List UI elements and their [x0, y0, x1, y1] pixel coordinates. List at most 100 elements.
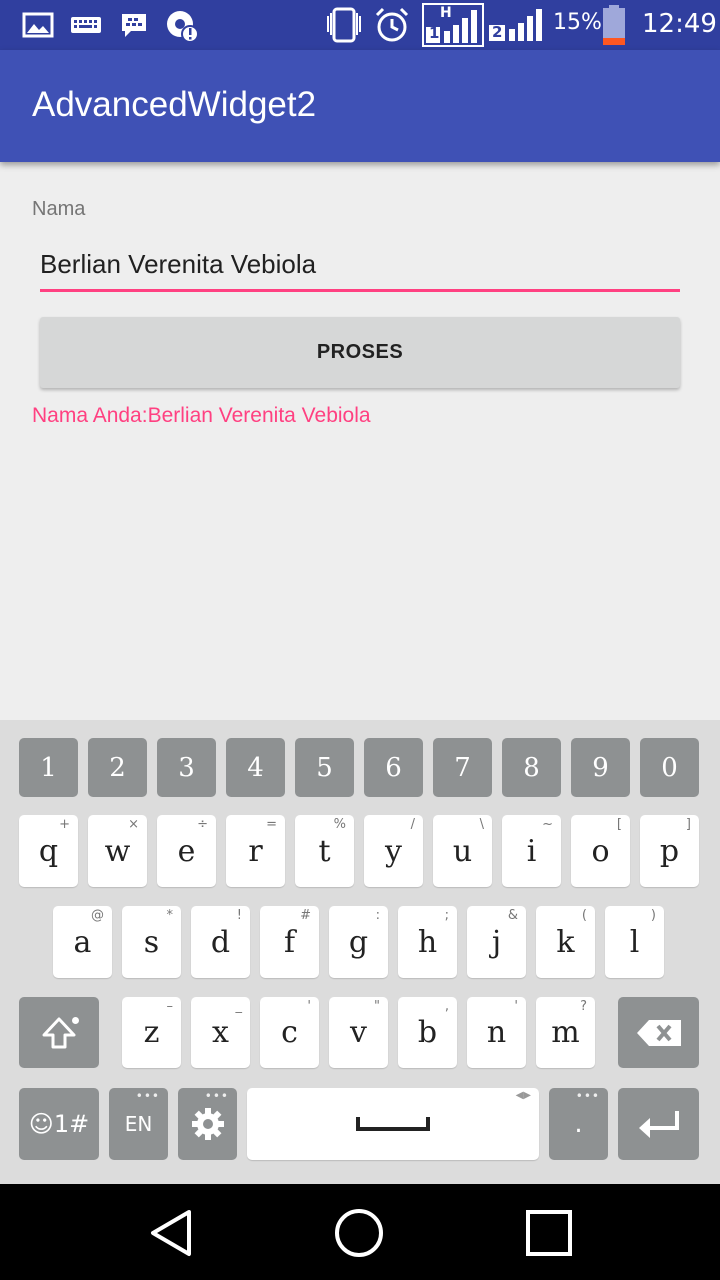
key-b-symbol: , — [444, 999, 449, 1014]
key-w[interactable]: w × — [88, 815, 147, 887]
key-y[interactable]: y / — [364, 815, 423, 887]
more-dots: ••• — [204, 1089, 229, 1103]
key-g-symbol: : — [375, 908, 380, 923]
key-u[interactable]: u \ — [433, 815, 492, 887]
key-s[interactable]: s * — [122, 906, 181, 978]
battery-percent: 15% — [553, 10, 602, 35]
key-y-symbol: / — [410, 817, 415, 832]
gallery-icon — [22, 8, 54, 42]
key-t[interactable]: t% — [295, 815, 354, 887]
more-dots: ••• — [135, 1089, 160, 1103]
key-4[interactable]: 4 — [226, 738, 285, 797]
key-o[interactable]: o[ — [571, 815, 630, 887]
key-n-symbol: ' — [514, 999, 518, 1014]
space-key[interactable]: ◀▶ — [247, 1088, 539, 1160]
signal-sim2-icon: 2 — [486, 8, 546, 42]
key-x[interactable]: x _ — [191, 997, 250, 1068]
key-9-label: 9 — [592, 752, 609, 783]
key-m[interactable]: m? — [536, 997, 595, 1068]
key-f-symbol: # — [300, 908, 311, 923]
back-icon — [151, 1210, 191, 1256]
vibrate-icon — [324, 7, 364, 43]
key-5-label: 5 — [316, 752, 333, 783]
period-key[interactable]: ••• . — [549, 1088, 608, 1160]
key-k[interactable]: k( — [536, 906, 595, 978]
key-k-label: k — [556, 924, 575, 960]
key-2[interactable]: 2 — [88, 738, 147, 797]
key-j-label: j — [491, 924, 502, 960]
key-c[interactable]: c ' — [260, 997, 319, 1068]
key-u-symbol: \ — [479, 817, 484, 832]
name-label: Nama — [32, 198, 86, 220]
back-button[interactable] — [144, 1206, 198, 1260]
key-q[interactable]: q + — [19, 815, 78, 887]
key-s-label: s — [143, 924, 160, 960]
shift-key[interactable] — [19, 997, 99, 1068]
soft-keyboard: ☺1# ••• EN ••• ◀▶ ••• . 1 2 3 4 5 6 7 8 9 0 q + w × e ÷… — [0, 720, 720, 1184]
key-h[interactable]: h; — [398, 906, 457, 978]
key-i-label: i — [526, 833, 537, 869]
key-y-label: y — [385, 833, 402, 869]
navigation-bar — [0, 1184, 720, 1280]
key-q-label: q — [38, 833, 59, 869]
recents-button[interactable] — [522, 1206, 576, 1260]
key-3[interactable]: 3 — [157, 738, 216, 797]
key-d[interactable]: d! — [191, 906, 250, 978]
home-button[interactable] — [332, 1206, 386, 1260]
key-i[interactable]: i ~ — [502, 815, 561, 887]
key-k-symbol: ( — [581, 908, 587, 923]
key-8[interactable]: 8 — [502, 738, 561, 797]
space-bar-icon — [356, 1117, 430, 1131]
name-input[interactable] — [40, 240, 680, 292]
key-i-symbol: ~ — [542, 817, 553, 832]
key-5[interactable]: 5 — [295, 738, 354, 797]
key-l[interactable]: l) — [605, 906, 664, 978]
key-v[interactable]: v " — [329, 997, 388, 1068]
gear-icon — [191, 1108, 224, 1140]
clock: 12:49 — [642, 9, 717, 39]
key-r-symbol: = — [266, 817, 277, 832]
cursor-arrows-icon: ◀▶ — [515, 1090, 531, 1101]
key-0[interactable]: 0 — [640, 738, 699, 797]
key-v-label: v — [350, 1015, 367, 1050]
key-e[interactable]: e ÷ — [157, 815, 216, 887]
key-z[interactable]: z – — [122, 997, 181, 1068]
key-n-label: n — [486, 1015, 507, 1050]
symbols-key[interactable]: ☺1# — [19, 1088, 99, 1160]
key-9[interactable]: 9 — [571, 738, 630, 797]
key-6[interactable]: 6 — [364, 738, 423, 797]
key-n[interactable]: n ' — [467, 997, 526, 1068]
key-j-symbol: & — [507, 908, 518, 923]
key-b[interactable]: b, — [398, 997, 457, 1068]
key-t-label: t — [318, 833, 331, 869]
key-a-label: a — [73, 924, 92, 960]
key-p-symbol: ] — [685, 817, 691, 832]
key-p[interactable]: p] — [640, 815, 699, 887]
key-f-label: f — [283, 924, 296, 960]
key-j[interactable]: j & — [467, 906, 526, 978]
result-text: Nama Anda:Berlian Verenita Vebiola — [32, 404, 371, 427]
key-u-label: u — [452, 833, 473, 869]
language-key[interactable]: ••• EN — [109, 1088, 168, 1160]
key-7-label: 7 — [454, 752, 471, 783]
key-v-symbol: " — [374, 999, 380, 1014]
key-7[interactable]: 7 — [433, 738, 492, 797]
key-h-symbol: ; — [444, 908, 449, 923]
key-p-label: p — [659, 833, 680, 869]
signal-sim1-icon: H 1 — [422, 3, 484, 47]
key-1-label: 1 — [40, 752, 57, 783]
key-r[interactable]: r = — [226, 815, 285, 887]
backspace-icon — [636, 1019, 681, 1046]
proses-button[interactable]: PROSES — [40, 317, 680, 388]
key-1[interactable]: 1 — [19, 738, 78, 797]
enter-key[interactable] — [618, 1088, 699, 1160]
key-8-label: 8 — [523, 752, 540, 783]
settings-key[interactable]: ••• — [178, 1088, 237, 1160]
key-a[interactable]: a @ — [53, 906, 112, 978]
key-m-label: m — [551, 1015, 580, 1050]
sync-alert-icon — [164, 8, 200, 42]
key-g[interactable]: g: — [329, 906, 388, 978]
key-f[interactable]: f # — [260, 906, 319, 978]
backspace-key[interactable] — [618, 997, 699, 1068]
key-g-label: g — [348, 924, 369, 960]
